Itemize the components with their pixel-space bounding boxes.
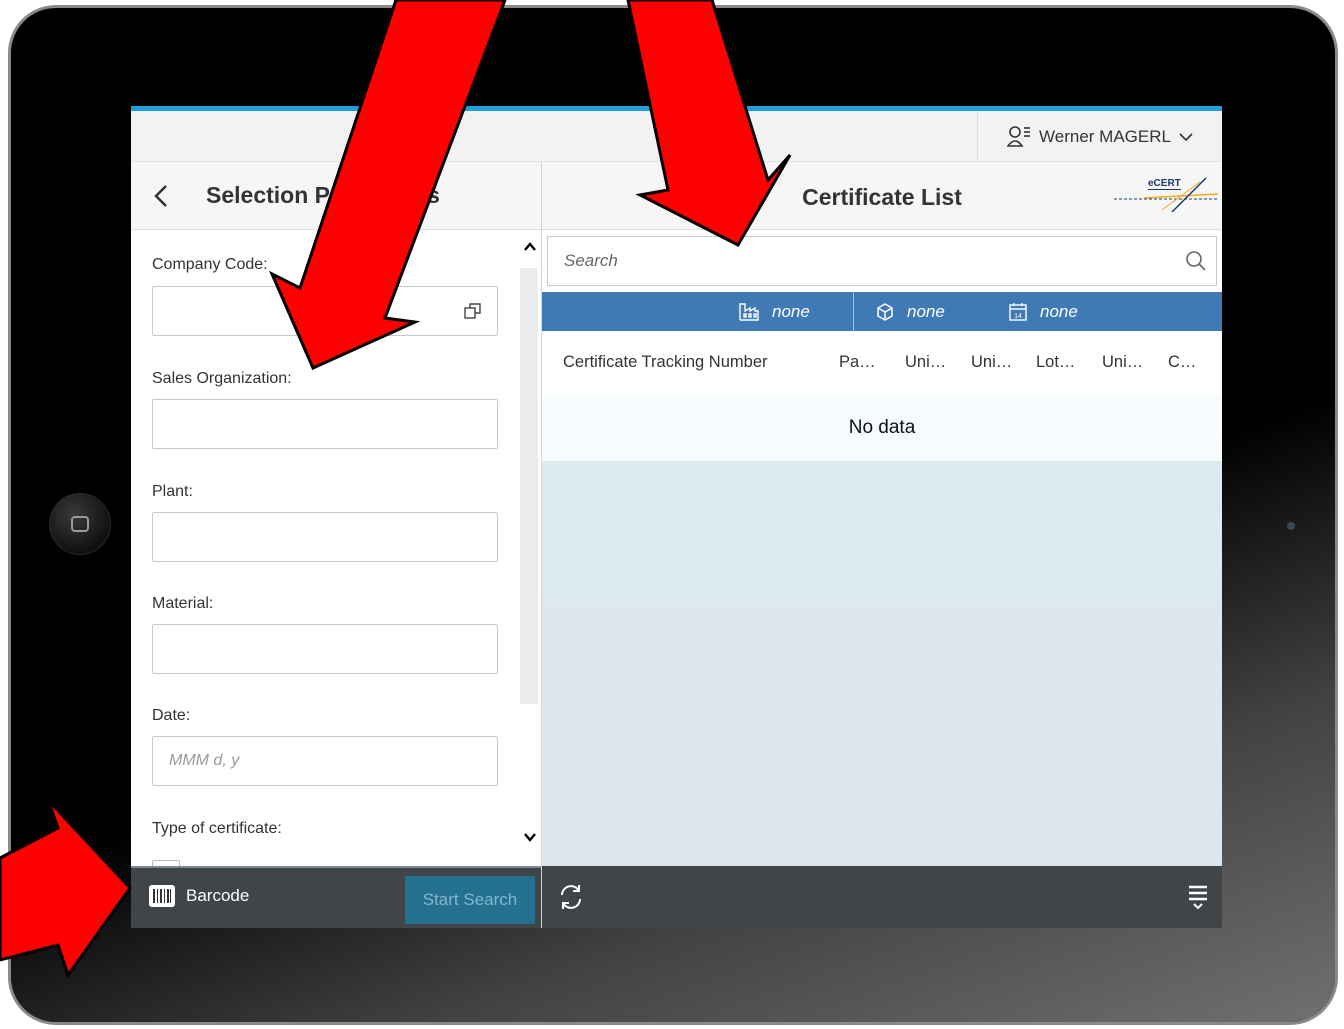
search-icon[interactable] [1176, 250, 1216, 272]
chevron-left-icon [154, 184, 167, 207]
plant-icon [739, 302, 759, 321]
user-menu[interactable]: Werner MAGERL [977, 111, 1222, 162]
master-pane: Selection Parameters Company Code: Sales… [131, 162, 542, 928]
calendar-icon: 14 [1009, 302, 1027, 321]
menu-icon[interactable] [1188, 884, 1208, 912]
date-input[interactable] [152, 736, 498, 786]
plant-input[interactable] [152, 512, 498, 562]
scroll-down-icon[interactable] [523, 830, 537, 844]
back-button[interactable] [131, 162, 191, 229]
search-input[interactable] [548, 238, 1176, 284]
app-screen: Werner MAGERL Selection Parameters Compa… [131, 106, 1222, 928]
filter-info-bar[interactable]: none none 14 none [542, 292, 1222, 331]
column-header[interactable]: Uni… [971, 353, 1012, 372]
selection-form: Company Code: Sales Organization: Plant:… [131, 230, 519, 866]
material-input[interactable] [152, 624, 498, 674]
material-icon [877, 302, 893, 321]
column-header-tracking-number[interactable]: Certificate Tracking Number [563, 353, 768, 372]
plant-label: Plant: [152, 483, 193, 500]
no-data-message: No data [542, 395, 1222, 461]
company-code-label: Company Code: [152, 256, 268, 273]
filter-date-value: none [1040, 301, 1078, 321]
scrollbar-thumb[interactable] [520, 268, 538, 704]
sales-org-input[interactable] [152, 399, 498, 449]
detail-pane: Certificate List eCERT none [542, 162, 1222, 928]
ecert-logo: eCERT [1114, 176, 1218, 216]
barcode-icon [149, 885, 175, 907]
master-title: Selection Parameters [206, 182, 440, 208]
logo-text: eCERT [1148, 178, 1181, 190]
certificate-type-label: Type of certificate: [152, 820, 282, 837]
filter-material[interactable]: none [875, 292, 945, 331]
master-header: Selection Parameters [131, 162, 541, 230]
detail-footer [542, 866, 1222, 928]
user-name: Werner MAGERL [1039, 126, 1171, 146]
shell-header: Werner MAGERL [131, 106, 1222, 162]
sales-org-label: Sales Organization: [152, 370, 292, 387]
chevron-down-icon [1179, 127, 1193, 147]
filter-date[interactable]: 14 none [1008, 292, 1078, 331]
barcode-button[interactable]: Barcode [148, 884, 249, 908]
material-label: Material: [152, 595, 214, 612]
detail-header: Certificate List eCERT [542, 162, 1222, 230]
column-header[interactable]: Pa… [839, 353, 876, 372]
column-header[interactable]: Uni… [1102, 353, 1143, 372]
filter-material-value: none [907, 301, 945, 321]
column-header[interactable]: Uni… [905, 353, 946, 372]
search-field[interactable] [547, 236, 1217, 286]
refresh-icon[interactable] [556, 882, 586, 912]
value-help-icon[interactable] [463, 301, 483, 326]
master-footer: Barcode Start Search [131, 866, 541, 928]
table-header: Certificate Tracking Number Pa… Uni… Uni… [542, 331, 1222, 396]
column-header[interactable]: Lot… [1036, 353, 1075, 372]
camera-dot [1287, 522, 1295, 530]
user-icon [1007, 125, 1031, 148]
home-button[interactable] [49, 493, 111, 555]
date-label: Date: [152, 707, 191, 724]
scroll-up-icon[interactable] [523, 240, 537, 254]
filter-plant[interactable]: none [738, 292, 810, 331]
filter-divider [853, 292, 854, 331]
company-code-input[interactable] [152, 286, 498, 336]
list-empty-area [542, 461, 1222, 866]
svg-text:14: 14 [1014, 313, 1022, 320]
start-search-button[interactable]: Start Search [405, 876, 535, 924]
filter-plant-value: none [772, 301, 810, 321]
barcode-label: Barcode [186, 886, 250, 905]
column-header[interactable]: C… [1168, 353, 1196, 372]
